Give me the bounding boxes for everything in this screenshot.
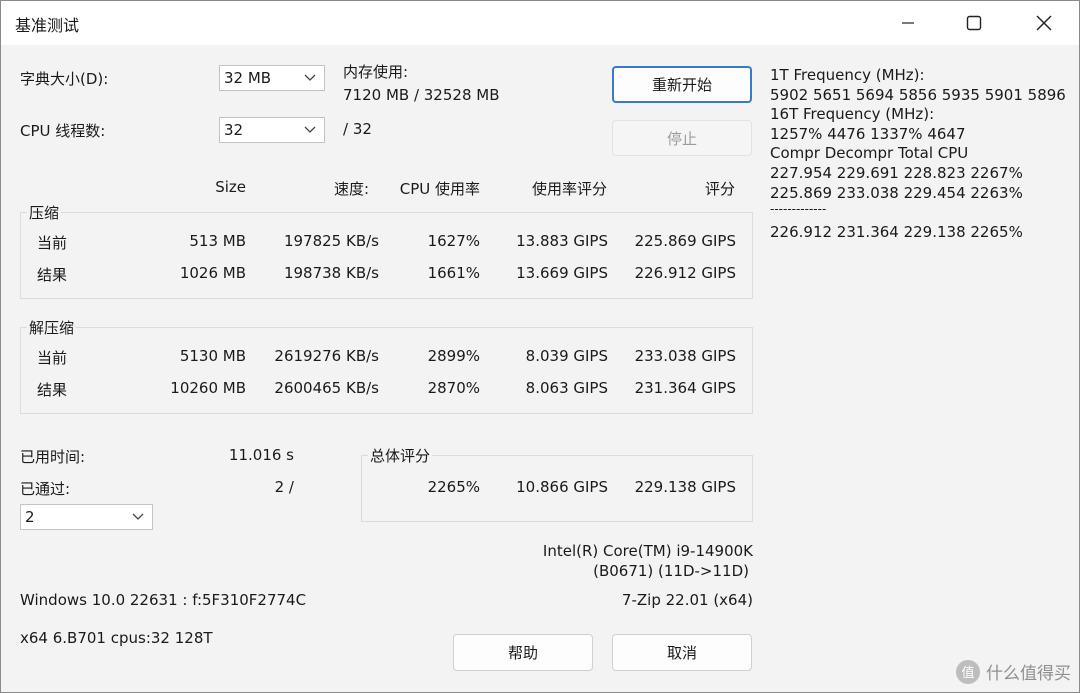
- elapsed-value: 11.016 s: [228, 446, 294, 464]
- close-button[interactable]: [1019, 7, 1069, 39]
- watermark-badge: 值: [956, 659, 980, 684]
- cpu-name: Intel(R) Core(TM) i9-14900K: [542, 542, 753, 560]
- arch-info: x64 6.B701 cpus:32 128T: [20, 629, 213, 647]
- compress-title: 压缩: [27, 202, 62, 223]
- chevron-down-icon: [304, 74, 316, 81]
- passes-select-value: 2: [25, 508, 35, 526]
- os-info: Windows 10.0 22631 : f:5F310F2774C: [20, 591, 307, 609]
- log-line: Compr Decompr Total CPU: [770, 144, 969, 162]
- cell-rating: 226.912 GIPS: [634, 264, 736, 282]
- threads-value: 32: [224, 121, 244, 139]
- window-title: 基准测试: [15, 16, 80, 35]
- log-line: 225.869 233.038 229.454 2263%: [770, 184, 1023, 202]
- passes-value: 2 /: [274, 478, 294, 496]
- minimize-button[interactable]: [883, 7, 933, 39]
- restart-button[interactable]: 重新开始: [612, 66, 752, 103]
- total-usage-rating: 10.866 GIPS: [516, 478, 608, 496]
- cell-cpu: 2899%: [427, 347, 480, 365]
- maximize-button[interactable]: [949, 7, 999, 39]
- elapsed-label: 已用时间:: [20, 448, 86, 466]
- memory-label: 内存使用:: [343, 63, 409, 81]
- cell-speed: 197825 KB/s: [283, 232, 379, 250]
- cell-usage-rating: 8.063 GIPS: [525, 379, 608, 397]
- cell-cpu: 1627%: [427, 232, 480, 250]
- header-usage-rating: 使用率评分: [531, 180, 607, 198]
- watermark-text: 什么值得买: [986, 664, 1071, 684]
- watermark: 值 什么值得买: [956, 659, 1071, 684]
- cell-usage-rating: 13.883 GIPS: [516, 232, 608, 250]
- log-line: -------------: [770, 202, 827, 216]
- header-size: Size: [215, 178, 246, 196]
- row-label: 当前: [37, 234, 68, 252]
- chevron-down-icon: [304, 126, 316, 133]
- cell-usage-rating: 8.039 GIPS: [525, 347, 608, 365]
- stop-button[interactable]: 停止: [612, 120, 752, 156]
- cell-rating: 233.038 GIPS: [634, 347, 736, 365]
- threads-label: CPU 线程数:: [20, 122, 106, 140]
- log-line: 16T Frequency (MHz):: [770, 105, 935, 123]
- cell-cpu: 1661%: [427, 264, 480, 282]
- cell-size: 513 MB: [189, 232, 246, 250]
- header-rating: 评分: [704, 180, 735, 198]
- row-label: 结果: [37, 266, 68, 284]
- row-label: 当前: [37, 349, 68, 367]
- row-label: 结果: [37, 381, 68, 399]
- benchmark-window: 基准测试 字典大小(D): 32 MB CPU 线程数: 32 / 32 内存使…: [0, 0, 1080, 693]
- cell-cpu: 2870%: [427, 379, 480, 397]
- decompress-title: 解压缩: [27, 317, 77, 338]
- dict-size-select[interactable]: 32 MB: [219, 65, 325, 91]
- passes-label: 已通过:: [20, 480, 71, 498]
- cell-rating: 231.364 GIPS: [634, 379, 736, 397]
- title-bar: 基准测试: [1, 1, 1079, 45]
- memory-value: 7120 MB / 32528 MB: [343, 86, 500, 104]
- cell-usage-rating: 13.669 GIPS: [516, 264, 608, 282]
- cell-speed: 198738 KB/s: [283, 264, 379, 282]
- cell-rating: 225.869 GIPS: [634, 232, 736, 250]
- log-line: 1257% 4476 1337% 4647: [770, 125, 966, 143]
- cell-size: 1026 MB: [179, 264, 246, 282]
- log-line: 227.954 229.691 228.823 2267%: [770, 164, 1023, 182]
- chevron-down-icon: [132, 513, 144, 520]
- version-info: 7-Zip 22.01 (x64): [621, 591, 753, 609]
- dict-size-label: 字典大小(D):: [20, 70, 109, 88]
- log-line: 226.912 231.364 229.138 2265%: [770, 223, 1023, 241]
- header-cpu-usage: CPU 使用率: [399, 180, 480, 198]
- threads-max: / 32: [343, 120, 372, 138]
- total-title: 总体评分: [368, 445, 433, 466]
- total-rating: 229.138 GIPS: [634, 478, 736, 496]
- minimize-icon: [902, 22, 914, 24]
- threads-select[interactable]: 32: [219, 117, 325, 143]
- decompress-group: [20, 327, 753, 414]
- log-line: 5902 5651 5694 5856 5935 5901 5896: [770, 86, 1066, 104]
- help-button[interactable]: 帮助: [453, 634, 593, 671]
- passes-select[interactable]: 2: [20, 504, 153, 530]
- cancel-button[interactable]: 取消: [612, 634, 752, 671]
- cell-speed: 2600465 KB/s: [274, 379, 379, 397]
- log-line: 1T Frequency (MHz):: [770, 66, 925, 84]
- close-icon: [1036, 15, 1052, 31]
- cell-speed: 2619276 KB/s: [274, 347, 379, 365]
- total-cpu: 2265%: [427, 478, 480, 496]
- maximize-icon: [966, 15, 982, 31]
- cpu-id: (B0671) (11D->11D): [593, 562, 749, 580]
- dict-size-value: 32 MB: [224, 69, 272, 87]
- cell-size: 5130 MB: [179, 347, 246, 365]
- cell-size: 10260 MB: [170, 379, 246, 397]
- compress-group: [20, 212, 753, 299]
- header-speed: 速度:: [333, 180, 369, 198]
